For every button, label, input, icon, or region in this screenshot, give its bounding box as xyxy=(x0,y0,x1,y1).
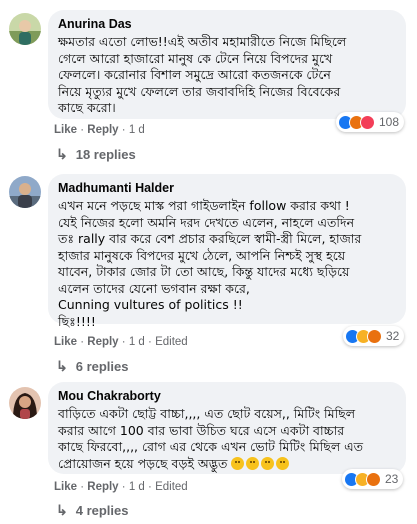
comment-actions: Like · Reply · 1 d xyxy=(54,124,145,136)
smile-emoji-icon xyxy=(261,456,275,470)
comment-text: এখন মনে পড়ছে মাস্ক পরা গাইডলাইন follow … xyxy=(58,198,362,329)
smile-emoji-icon xyxy=(246,456,260,470)
edited-label[interactable]: Edited xyxy=(155,336,188,348)
view-replies-link[interactable]: ↳ 18 replies xyxy=(56,146,136,163)
reply-button[interactable]: Reply xyxy=(87,481,118,493)
like-button[interactable]: Like xyxy=(54,481,77,493)
avatar[interactable] xyxy=(9,13,41,45)
like-button[interactable]: Like xyxy=(54,336,77,348)
love-reaction-icon xyxy=(360,114,375,130)
replies-count: 18 replies xyxy=(75,147,136,162)
comment-timestamp[interactable]: 1 d xyxy=(129,481,145,493)
like-button[interactable]: Like xyxy=(54,124,77,136)
comment-author[interactable]: Mou Chakraborty xyxy=(58,389,396,403)
smile-emoji-icon xyxy=(276,456,290,470)
comment-bubble: Mou Chakraborty বাড়িতে একটা ছোট্ট বাচ্চ… xyxy=(48,382,406,474)
reaction-count: 108 xyxy=(379,115,400,129)
comment-bubble: Madhumanti Halder এখন মনে পড়ছে মাস্ক পর… xyxy=(48,174,406,329)
comment-bubble: Anurina Das ক্ষমতার এতো লোভ!!এই অতীব মহা… xyxy=(48,10,406,119)
replies-count: 6 replies xyxy=(75,359,129,374)
comment-timestamp[interactable]: 1 d xyxy=(129,336,145,348)
reply-button[interactable]: Reply xyxy=(87,124,118,136)
comment-text: বাড়িতে একটা ছোট্ট বাচ্চা,,,, এত ছোট বয়… xyxy=(58,406,364,471)
reaction-summary[interactable]: 23 xyxy=(342,469,404,489)
edited-label[interactable]: Edited xyxy=(155,481,188,493)
reply-arrow-icon: ↳ xyxy=(56,358,68,374)
avatar[interactable] xyxy=(9,176,41,208)
reply-arrow-icon: ↳ xyxy=(56,146,68,162)
reaction-count: 32 xyxy=(386,329,400,343)
comment-author[interactable]: Madhumanti Halder xyxy=(58,181,396,195)
view-replies-link[interactable]: ↳ 4 replies xyxy=(56,502,129,519)
reaction-count: 23 xyxy=(385,472,399,486)
reply-button[interactable]: Reply xyxy=(87,336,118,348)
angry-reaction-icon xyxy=(366,471,381,487)
comment-timestamp[interactable]: 1 d xyxy=(129,124,145,136)
angry-reaction-icon xyxy=(367,328,382,344)
comment-text: ক্ষমতার এতো লোভ!!এই অতীব মহামারীতে নিজে … xyxy=(58,34,347,115)
avatar[interactable] xyxy=(9,387,41,419)
view-replies-link[interactable]: ↳ 6 replies xyxy=(56,358,129,375)
replies-count: 4 replies xyxy=(75,503,129,518)
reaction-summary[interactable]: 32 xyxy=(343,326,405,346)
reaction-summary[interactable]: 108 xyxy=(336,112,405,132)
reply-arrow-icon: ↳ xyxy=(56,502,68,518)
comment-actions: Like · Reply · 1 d · Edited xyxy=(54,336,188,348)
smile-emoji-icon xyxy=(231,456,245,470)
comment-author[interactable]: Anurina Das xyxy=(58,17,396,31)
comment-actions: Like · Reply · 1 d · Edited xyxy=(54,481,188,493)
